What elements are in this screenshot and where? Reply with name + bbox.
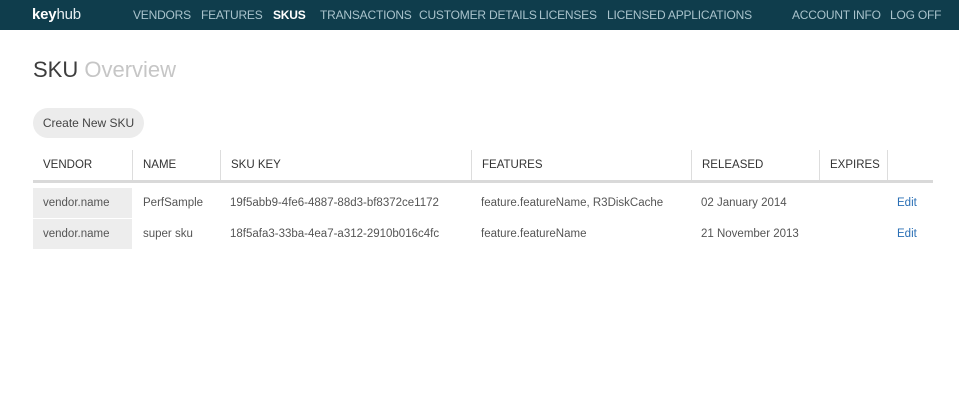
column-header-expires[interactable]: EXPIRES bbox=[830, 150, 880, 180]
column-divider bbox=[220, 150, 221, 180]
column-divider bbox=[691, 150, 692, 180]
row-vendor: vendor.name bbox=[43, 197, 110, 209]
brand-logo-part1: key bbox=[32, 6, 57, 23]
row-name: super sku bbox=[143, 228, 193, 240]
top-nav-bar: keyhub VENDORS FEATURES SKUS TRANSACTION… bbox=[0, 0, 959, 30]
nav-account-info[interactable]: ACCOUNT INFO bbox=[792, 0, 881, 30]
row-features: feature.featureName bbox=[481, 228, 587, 240]
row-name: PerfSample bbox=[143, 197, 204, 209]
column-divider bbox=[819, 150, 820, 180]
row-sku-key: 18f5afa3-33ba-4ea7-a312-2910b016c4fc bbox=[230, 228, 440, 240]
brand-logo-part2: hub bbox=[56, 6, 81, 23]
nav-licenses[interactable]: LICENSES bbox=[539, 0, 597, 30]
nav-transactions[interactable]: TRANSACTIONS bbox=[320, 0, 412, 30]
nav-features[interactable]: FEATURES bbox=[201, 0, 263, 30]
page-title-main: SKU bbox=[33, 57, 79, 82]
column-header-released[interactable]: RELEASED bbox=[702, 150, 763, 180]
nav-licensed-applications[interactable]: LICENSED APPLICATIONS bbox=[607, 0, 752, 30]
column-header-name[interactable]: NAME bbox=[143, 150, 176, 180]
row-released: 02 January 2014 bbox=[701, 197, 787, 209]
page-title: SKU Overview bbox=[33, 56, 176, 84]
create-new-sku-button[interactable]: Create New SKU bbox=[33, 108, 144, 138]
row-released: 21 November 2013 bbox=[701, 228, 799, 240]
row-sku-key: 19f5abb9-4fe6-4887-88d3-bf8372ce1172 bbox=[230, 197, 439, 209]
column-divider bbox=[132, 150, 133, 180]
page-title-sub: Overview bbox=[84, 57, 177, 82]
brand-logo[interactable]: keyhub bbox=[32, 5, 81, 25]
nav-vendors[interactable]: VENDORS bbox=[133, 0, 191, 30]
row-vendor: vendor.name bbox=[43, 228, 110, 240]
table-header-rule bbox=[33, 180, 933, 183]
column-header-features[interactable]: FEATURES bbox=[482, 150, 543, 180]
column-divider bbox=[887, 150, 888, 180]
column-header-sku-key[interactable]: SKU KEY bbox=[231, 150, 281, 180]
column-header-vendor[interactable]: VENDOR bbox=[43, 150, 92, 180]
edit-link[interactable]: Edit bbox=[897, 188, 917, 218]
edit-link[interactable]: Edit bbox=[897, 219, 917, 249]
nav-customer-details[interactable]: CUSTOMER DETAILS bbox=[419, 0, 537, 30]
row-features: feature.featureName, R3DiskCache bbox=[481, 197, 664, 209]
nav-log-off[interactable]: LOG OFF bbox=[890, 0, 941, 30]
nav-skus[interactable]: SKUS bbox=[273, 0, 306, 30]
column-divider bbox=[471, 150, 472, 180]
